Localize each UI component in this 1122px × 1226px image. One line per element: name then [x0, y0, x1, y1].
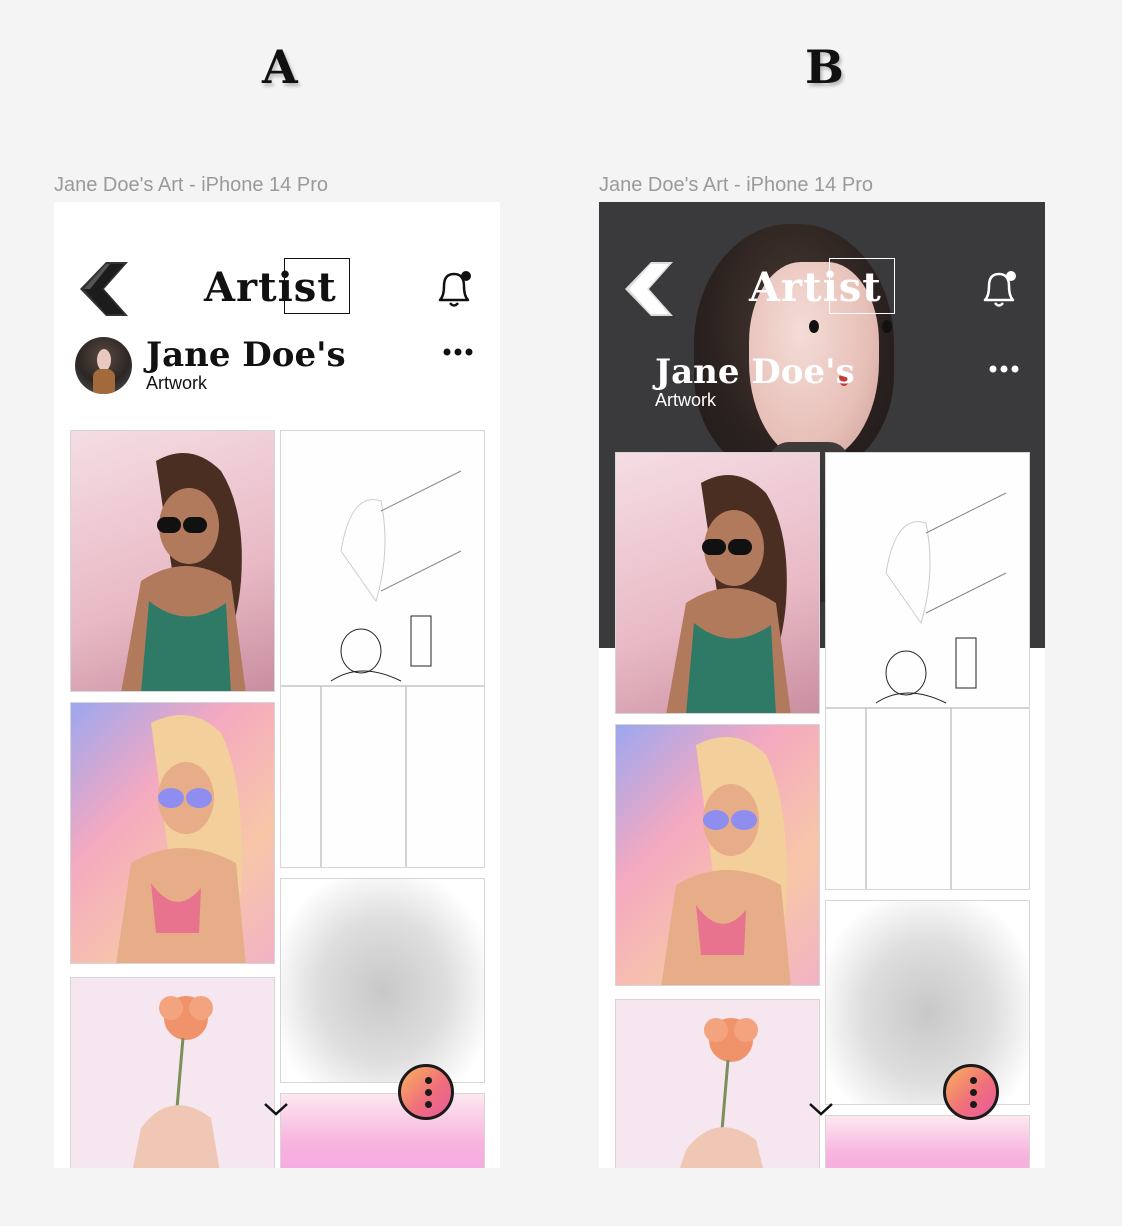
variant-label-b: B: [805, 40, 844, 94]
profile-name: Jane Doe's: [655, 352, 855, 392]
options-fab-button[interactable]: [398, 1064, 454, 1120]
artwork-tile[interactable]: [615, 452, 820, 714]
bell-icon[interactable]: [975, 266, 1021, 312]
avatar[interactable]: [75, 337, 132, 394]
frame-title-b: Jane Doe's Art - iPhone 14 Pro: [599, 174, 873, 196]
artwork-tile[interactable]: [615, 724, 820, 986]
chevron-down-icon[interactable]: [807, 1100, 835, 1118]
profile-subtitle: Artwork: [655, 390, 717, 410]
back-chevron-icon[interactable]: [76, 260, 132, 318]
artwork-tile[interactable]: [825, 452, 1030, 890]
artwork-tile[interactable]: [280, 878, 485, 1083]
profile-subtitle: Artwork: [146, 373, 208, 393]
chevron-down-icon[interactable]: [262, 1100, 290, 1118]
artwork-tile[interactable]: [825, 900, 1030, 1105]
artwork-tile[interactable]: [280, 430, 485, 868]
artwork-tile[interactable]: [615, 999, 820, 1168]
artwork-tile[interactable]: [280, 1093, 485, 1168]
back-chevron-icon[interactable]: [621, 260, 677, 318]
vertical-dots-icon: [425, 1077, 432, 1084]
logo-frame: [829, 258, 895, 314]
frame-title-a: Jane Doe's Art - iPhone 14 Pro: [54, 174, 328, 196]
phone-frame-a: Artist Jane Doe's Artwork: [54, 202, 500, 1168]
artwork-tile[interactable]: [70, 977, 275, 1168]
more-dots-icon[interactable]: [988, 364, 1020, 374]
artwork-tile[interactable]: [825, 1115, 1030, 1168]
options-fab-button[interactable]: [943, 1064, 999, 1120]
phone-frame-b: Artist Jane Doe's Artwork: [599, 202, 1045, 1168]
variant-label-a: A: [262, 40, 298, 94]
vertical-dots-icon: [970, 1077, 977, 1084]
profile-name: Jane Doe's: [146, 335, 346, 375]
artwork-tile[interactable]: [70, 702, 275, 964]
artwork-tile[interactable]: [70, 430, 275, 692]
more-dots-icon[interactable]: [442, 347, 474, 357]
logo-frame: [284, 258, 350, 314]
bell-icon[interactable]: [430, 266, 476, 312]
